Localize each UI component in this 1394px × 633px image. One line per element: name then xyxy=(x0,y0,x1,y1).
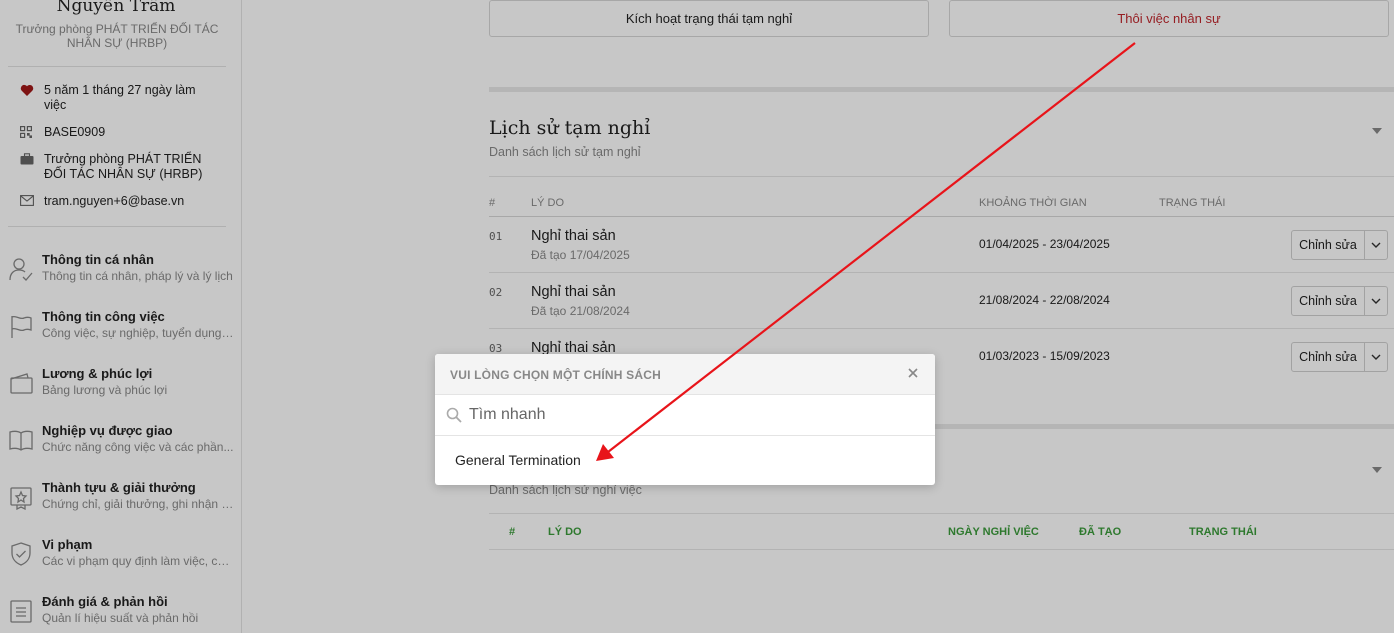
policy-option-general-termination[interactable]: General Termination xyxy=(435,436,935,484)
modal-title: VUI LÒNG CHỌN MỘT CHÍNH SÁCH xyxy=(450,368,661,382)
search-icon xyxy=(446,407,462,428)
search-box xyxy=(435,395,935,436)
policy-select-modal: VUI LÒNG CHỌN MỘT CHÍNH SÁCH General Ter… xyxy=(435,354,935,485)
search-input[interactable] xyxy=(469,403,919,427)
close-icon[interactable] xyxy=(905,365,921,381)
modal-backdrop[interactable] xyxy=(0,0,1394,633)
modal-header: VUI LÒNG CHỌN MỘT CHÍNH SÁCH xyxy=(435,354,935,395)
policy-option-label: General Termination xyxy=(455,452,581,468)
